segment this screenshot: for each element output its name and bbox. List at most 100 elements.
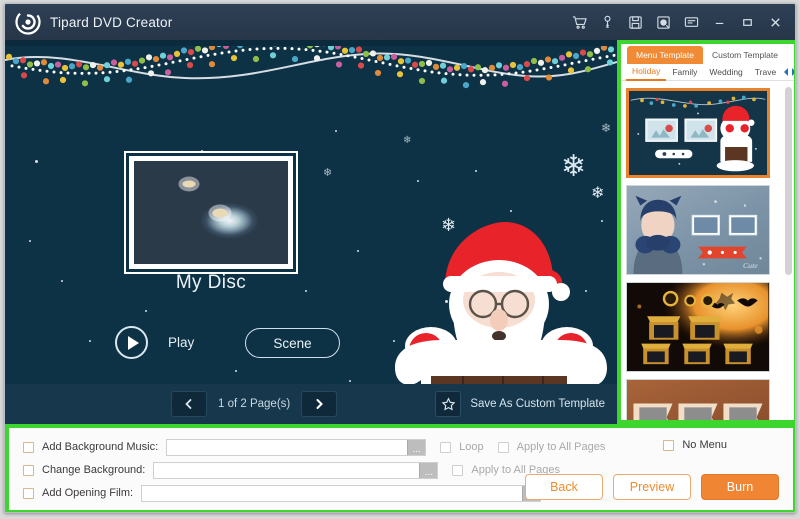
feedback-icon[interactable] (678, 9, 704, 35)
background-music-browse-button[interactable]: ... (407, 439, 426, 455)
subtab-family[interactable]: Family (666, 67, 703, 77)
subtab-wedding[interactable]: Wedding (703, 67, 748, 77)
back-button-label: Back (550, 480, 578, 494)
play-icon[interactable] (115, 326, 148, 359)
scene-button[interactable]: Scene (245, 328, 340, 358)
action-button-group: Back Preview Burn (515, 474, 779, 500)
background-music-input-group[interactable]: ... (166, 438, 427, 456)
opening-film-input[interactable] (142, 485, 523, 501)
page-count-label: 1 of 2 Page(s) (218, 398, 291, 410)
loop-checkbox[interactable] (440, 441, 452, 453)
template-thumb-halloween[interactable] (626, 282, 770, 372)
app-title: Tipard DVD Creator (50, 14, 173, 30)
change-background-input-group[interactable]: ... (153, 461, 439, 479)
template-thumb-winter-child[interactable]: Cute (626, 185, 770, 275)
add-background-music-label: Add Background Music: (42, 441, 159, 453)
options-panel: Add Background Music: ... Loop Apply to … (9, 428, 793, 510)
help-icon[interactable] (650, 9, 676, 35)
app-root: Tipard DVD Creator ❄ ❄ ❄ ❄ ❄ ❄ My Disc P… (0, 0, 800, 519)
template-list-scroll[interactable]: Cute (621, 83, 794, 420)
cart-icon[interactable] (566, 9, 592, 35)
add-opening-film-checkbox[interactable] (23, 487, 34, 499)
disc-title: My Disc (175, 272, 247, 293)
snow-dot (357, 250, 359, 252)
prev-page-button[interactable] (171, 391, 207, 417)
snow-dot (335, 130, 337, 132)
application-window: Tipard DVD Creator ❄ ❄ ❄ ❄ ❄ ❄ My Disc P… (4, 3, 796, 513)
change-background-label: Change Background: (42, 464, 146, 476)
music-apply-all-pages-checkbox[interactable] (497, 441, 509, 453)
change-background-browse-button[interactable]: ... (419, 462, 438, 478)
burn-button-label: Burn (726, 480, 754, 494)
subtab-holiday-label: Holiday (632, 66, 661, 76)
snow-dot (35, 160, 38, 163)
options-panel-highlight: Add Background Music: ... Loop Apply to … (5, 424, 795, 512)
subtab-holiday[interactable]: Holiday (626, 64, 667, 81)
tab-custom-template-label: Custom Template (711, 50, 778, 60)
maximize-icon[interactable] (734, 9, 760, 35)
scene-label: Scene (273, 335, 312, 351)
no-menu-label: No Menu (682, 439, 727, 451)
disc-thumbnail-frame[interactable] (129, 156, 293, 269)
star-icon (435, 391, 462, 417)
preview-button-label: Preview (629, 480, 675, 494)
background-music-row: Add Background Music: ... Loop Apply to … (23, 437, 605, 457)
change-background-checkbox[interactable] (23, 464, 34, 476)
tab-menu-template[interactable]: Menu Template (627, 46, 703, 64)
tab-menu-template-label: Menu Template (636, 50, 694, 60)
preview-button[interactable]: Preview (613, 474, 691, 500)
snow-dot (201, 150, 203, 152)
save-as-custom-template-button[interactable]: Save As Custom Template (435, 391, 605, 417)
page-navigation-bar: 1 of 2 Page(s) Save As Custom Template (5, 384, 617, 424)
snow-dot (145, 310, 147, 312)
change-background-row: Change Background: ... Apply to All Page… (23, 460, 560, 480)
opening-film-input-group[interactable]: ... (141, 484, 542, 502)
background-apply-all-pages-checkbox[interactable] (452, 464, 464, 476)
template-tab-row: Menu Template Custom Template (621, 44, 794, 64)
template-panel-highlight: Menu Template Custom Template Holiday Fa… (617, 40, 795, 424)
tab-custom-template[interactable]: Custom Template (703, 46, 787, 64)
change-background-input[interactable] (154, 462, 420, 478)
template-list: Cute (621, 83, 794, 420)
title-bar: Tipard DVD Creator (5, 4, 795, 40)
template-panel: Menu Template Custom Template Holiday Fa… (621, 44, 794, 420)
no-menu-option[interactable]: No Menu (663, 439, 727, 451)
category-subtab-row: Holiday Family Wedding Trave (621, 64, 794, 81)
key-icon[interactable] (594, 9, 620, 35)
add-opening-film-label: Add Opening Film: (42, 487, 134, 499)
template-scrollbar-thumb[interactable] (785, 87, 792, 275)
loop-label: Loop (459, 441, 484, 453)
play-control[interactable]: Play (115, 326, 194, 359)
no-menu-checkbox[interactable] (663, 439, 675, 451)
svg-text:Cute: Cute (743, 261, 758, 270)
swirl-logo-icon (15, 9, 41, 35)
close-icon[interactable] (762, 9, 788, 35)
snow-dot (235, 370, 237, 372)
template-thumb-vintage-orange[interactable] (626, 379, 770, 420)
back-button[interactable]: Back (525, 474, 603, 500)
next-page-button[interactable] (301, 391, 338, 417)
left-arrow-icon[interactable] (782, 67, 790, 77)
burn-button[interactable]: Burn (701, 474, 779, 500)
right-arrow-icon[interactable] (790, 67, 794, 77)
snow-dot (475, 170, 477, 172)
minimize-icon[interactable] (706, 9, 732, 35)
template-thumb-santa-chimney[interactable] (626, 88, 770, 178)
snow-dot (349, 380, 351, 382)
subtab-family-label: Family (672, 67, 698, 77)
subtab-scroll-arrows (782, 67, 794, 77)
save-as-custom-template-label: Save As Custom Template (470, 398, 605, 410)
subtab-wedding-label: Wedding (709, 67, 743, 77)
background-music-input[interactable] (167, 439, 408, 455)
snowflake-icon: ❄ (323, 167, 333, 179)
snow-dot (29, 240, 31, 242)
add-background-music-checkbox[interactable] (23, 441, 34, 453)
snowflake-icon: ❄ (403, 135, 412, 146)
snow-dot (89, 340, 91, 342)
save-icon[interactable] (622, 9, 648, 35)
play-label: Play (168, 335, 195, 350)
snowflake-icon: ❄ (601, 121, 612, 135)
menu-preview-canvas[interactable]: ❄❄❄❄❄❄❄❄❄ My Disc Play Scene (5, 40, 617, 424)
subtab-travel[interactable]: Trave (749, 67, 782, 77)
titlebar-icon-group (564, 4, 795, 40)
